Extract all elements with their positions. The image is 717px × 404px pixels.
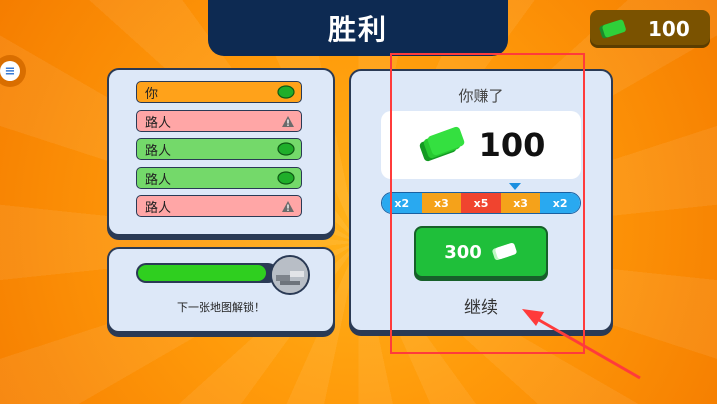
arrow-icon bbox=[522, 309, 641, 380]
